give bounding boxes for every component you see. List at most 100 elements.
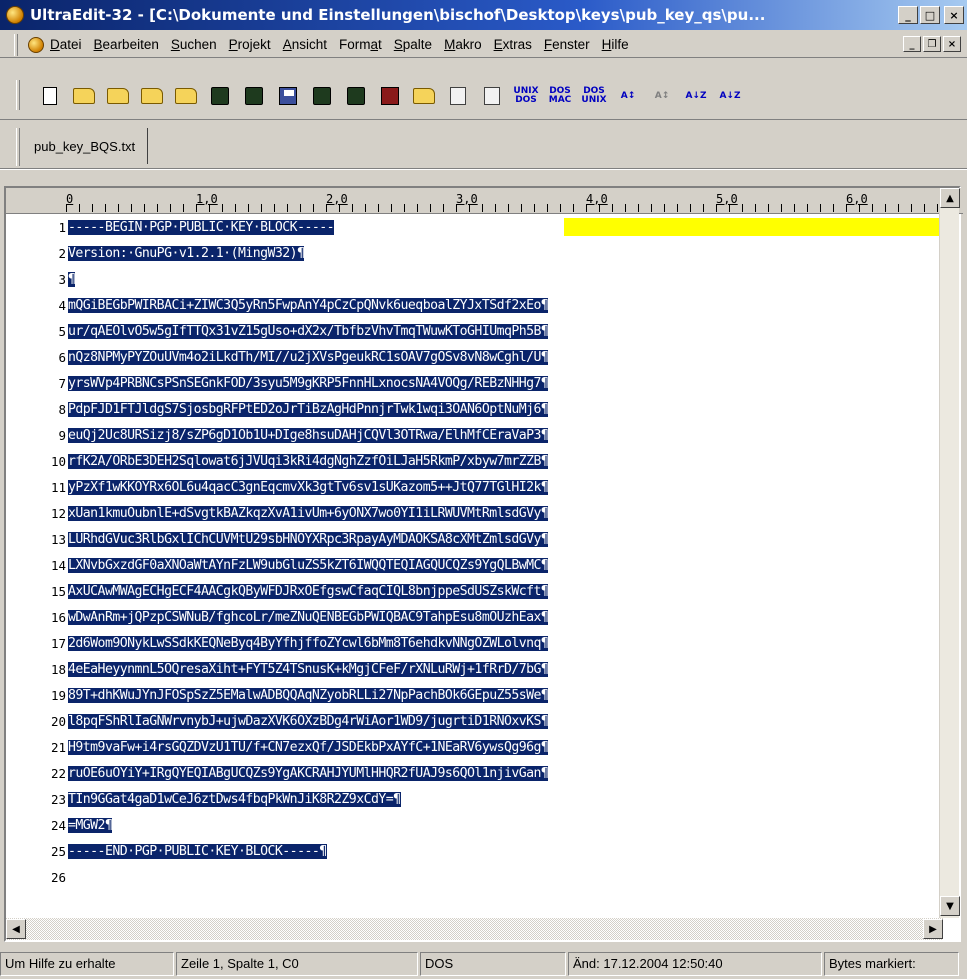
editor-line[interactable]: TIn9GGat4gaD1wCeJ6ztDws4fbqPkWnJiK8R2Z9x… [68,790,401,810]
ultraedit-app-icon[interactable] [6,6,24,24]
open-button[interactable] [70,83,98,109]
editor-line[interactable]: PdpFJD1FTJldgS7SjosbgRFPtED2oJrTiBzAgHdP… [68,400,549,420]
menu-grip[interactable] [14,33,18,56]
close-file-button[interactable] [240,83,268,109]
title-bar: UltraEdit-32 - [C:\Dokumente und Einstel… [0,0,967,30]
ftp-save-button[interactable] [206,83,234,109]
status-selection: Bytes markiert: [824,951,959,976]
line-number: 7 [58,376,66,391]
dos-to-mac-button[interactable]: DOS MAC [546,83,574,109]
menu-projekt[interactable]: Projekt [229,37,271,52]
toolbar-grip[interactable] [16,80,20,110]
vertical-scrollbar[interactable]: ▲ ▼ [939,188,960,918]
line-text: xUan1kmuOubnlE+dSvgtkBAZkqzXvA1ivUm+6yON… [68,506,549,521]
tab-pub-key-bqs[interactable]: pub_key_BQS.txt [26,128,149,164]
editor-line[interactable]: -----END·PGP·PUBLIC·KEY·BLOCK-----¶ [68,842,327,862]
unicode-to-ascii-button[interactable]: A↕ [648,83,676,109]
close-button[interactable]: × [944,6,964,24]
menu-format[interactable]: Format [339,37,382,52]
line-number: 23 [50,792,66,807]
editor-line[interactable]: wDwAnRm+jQPzpCSWNuB/fghcoLr/meZNuQENBEGb… [68,608,549,628]
copy-button[interactable] [444,83,472,109]
text-area[interactable]: -----BEGIN·PGP·PUBLIC·KEY·BLOCK----- Vers… [68,216,948,916]
ruler-ticks [66,204,956,212]
menu-hilfe[interactable]: Hilfe [602,37,629,52]
editor-line[interactable]: AxUCAwMWAgECHgECF4AACgkQByWFDJRxOEfgswCf… [68,582,549,602]
line-number-gutter[interactable]: 1 2 3 4 5 6 7 8 9 10 11 12 13 14 15 16 17 18 19 20 21 22 23 24 2… [6,216,68,916]
new-file-button[interactable] [36,83,64,109]
sort-ascending-button[interactable]: A↓Z [682,83,710,109]
menu-extras[interactable]: Extras [494,37,532,52]
line-text: rfK2A/ORbE3DEH2Sqlowat6jJVUqi3kRi4dgNghZ… [68,454,549,469]
minimize-button[interactable]: _ [898,6,918,24]
menu-suchen[interactable]: Suchen [171,37,217,52]
editor-line[interactable]: rfK2A/ORbE3DEH2Sqlowat6jJVUqi3kRi4dgNghZ… [68,452,549,472]
line-text: ruOE6uOYiY+IRgQYEQIABgUCQZs9YgAKCRAHJYUM… [68,766,549,781]
editor-line[interactable]: LURhdGVuc3RlbGxlIChCUVMtU29sbHNOYXRpc3Rp… [68,530,549,550]
current-line-highlight [564,218,948,236]
ftp-icon [175,88,197,104]
editor-line[interactable]: H9tm9vaFw+i4rsGQZDVzU1TU/f+CN7ezxQf/JSDE… [68,738,549,758]
sort-descending-button[interactable]: A↓Z [716,83,744,109]
editor-line[interactable]: -----BEGIN·PGP·PUBLIC·KEY·BLOCK----- [68,218,335,238]
editor-line[interactable]: mQGiBEGbPWIRBACi+ZIWC3Q5yRn5FwpAnY4pCzCp… [68,296,549,316]
save-all-button[interactable] [308,83,336,109]
menu-makro[interactable]: Makro [444,37,482,52]
menu-spalte[interactable]: Spalte [394,37,432,52]
line-text: LURhdGVuc3RlbGxlIChCUVMtU29sbHNOYXRpc3Rp… [68,532,549,547]
line-text: yPzXf1wKKOYRx6OL6u4qacC3gnEqcmvXk3gtTv6s… [68,480,549,495]
mdi-close-button[interactable]: × [943,36,961,52]
mdi-minimize-button[interactable]: _ [903,36,921,52]
editor-line[interactable]: 2d6Wom9ONykLwSSdkKEQNeByq4ByYfhjffoZYcwl… [68,634,549,654]
menu-fenster[interactable]: Fenster [544,37,590,52]
print-icon [347,87,365,105]
editor-line[interactable]: yPzXf1wKKOYRx6OL6u4qacC3gnEqcmvXk3gtTv6s… [68,478,549,498]
maximize-button[interactable]: □ [920,6,940,24]
print-preview-button[interactable] [376,83,404,109]
ftp-open-button[interactable] [172,83,200,109]
menu-ansicht[interactable]: Ansicht [283,37,327,52]
scroll-right-arrow-icon[interactable]: ▶ [923,919,943,939]
editor-line[interactable]: 4eEaHeyynmnL5OQresaXiht+FYT5Z4TSnusK+kMg… [68,660,549,680]
save-button[interactable] [274,83,302,109]
ascii-to-unicode-button[interactable]: A↕ [614,83,642,109]
editor-line[interactable]: ruOE6uOYiY+IRgQYEQIABgUCQZs9YgAKCRAHJYUM… [68,764,549,784]
scroll-up-arrow-icon[interactable]: ▲ [940,188,960,208]
editor-line[interactable]: 89T+dhKWuJYnJFOSpSzZ5EMalwADBQQAqNZyobRL… [68,686,549,706]
scroll-left-arrow-icon[interactable]: ◀ [6,919,26,939]
editor-line[interactable]: l8pqFShRlIaGNWrvnybJ+ujwDazXVK6OXzBDg4rW… [68,712,549,732]
print-button[interactable] [342,83,370,109]
mdi-restore-button[interactable]: ❐ [923,36,941,52]
editor-line[interactable]: ur/qAEOlvO5w5gIfTTQx31vZ15gUso+dX2x/Tbfb… [68,322,549,342]
editor-line[interactable]: Version:·GnuPG·v1.2.1·(MingW32)¶ [68,244,305,264]
status-position: Zeile 1, Spalte 1, C0 [176,951,418,976]
unix-to-dos-button[interactable]: UNIX DOS [512,83,540,109]
tab-grip[interactable] [16,128,20,166]
line-number: 13 [50,532,66,547]
ftp-folder-icon [141,88,163,104]
menu-bar: Datei Bearbeiten Suchen Projekt Ansicht … [0,32,967,58]
open-ftp-button[interactable] [138,83,166,109]
editor-line[interactable]: nQz8NPMyPYZOuUVm4o2iLkdTh/MI//u2jXVsPgeu… [68,348,549,368]
editor-line[interactable]: yrsWVp4PRBNCsPSnSEGnkFOD/3syu5M9gKRP5Fnn… [68,374,549,394]
editor-line[interactable]: euQj2Uc8URSizj8/sZP6gD1Ob1U+DIge8hsuDAHj… [68,426,549,446]
open-recent-button[interactable] [104,83,132,109]
ftp-save-icon [211,87,229,105]
dos-to-unix-button[interactable]: DOS UNIX [580,83,608,109]
hex-button[interactable] [478,83,506,109]
paste-button[interactable] [410,83,438,109]
line-number: 18 [50,662,66,677]
horizontal-scrollbar[interactable]: ◀ ▶ [6,918,943,940]
menu-datei[interactable]: Datei [50,37,82,52]
menu-bearbeiten[interactable]: Bearbeiten [94,37,159,52]
editor-line[interactable]: =MGW2¶ [68,816,113,836]
line-number: 3 [58,272,66,287]
editor-line[interactable]: LXNvbGxzdGF0aXNOaWtAYnFzLW9ubGluZS5kZT6I… [68,556,549,576]
line-text: ur/qAEOlvO5w5gIfTTQx31vZ15gUso+dX2x/Tbfb… [68,324,549,339]
hex-edit-icon [484,87,500,105]
editor-line[interactable]: ¶ [68,270,76,290]
scroll-down-arrow-icon[interactable]: ▼ [940,896,960,916]
document-icon[interactable] [28,36,44,53]
editor-line[interactable]: xUan1kmuOubnlE+dSvgtkBAZkqzXvA1ivUm+6yON… [68,504,549,524]
clipboard-icon [413,88,435,104]
